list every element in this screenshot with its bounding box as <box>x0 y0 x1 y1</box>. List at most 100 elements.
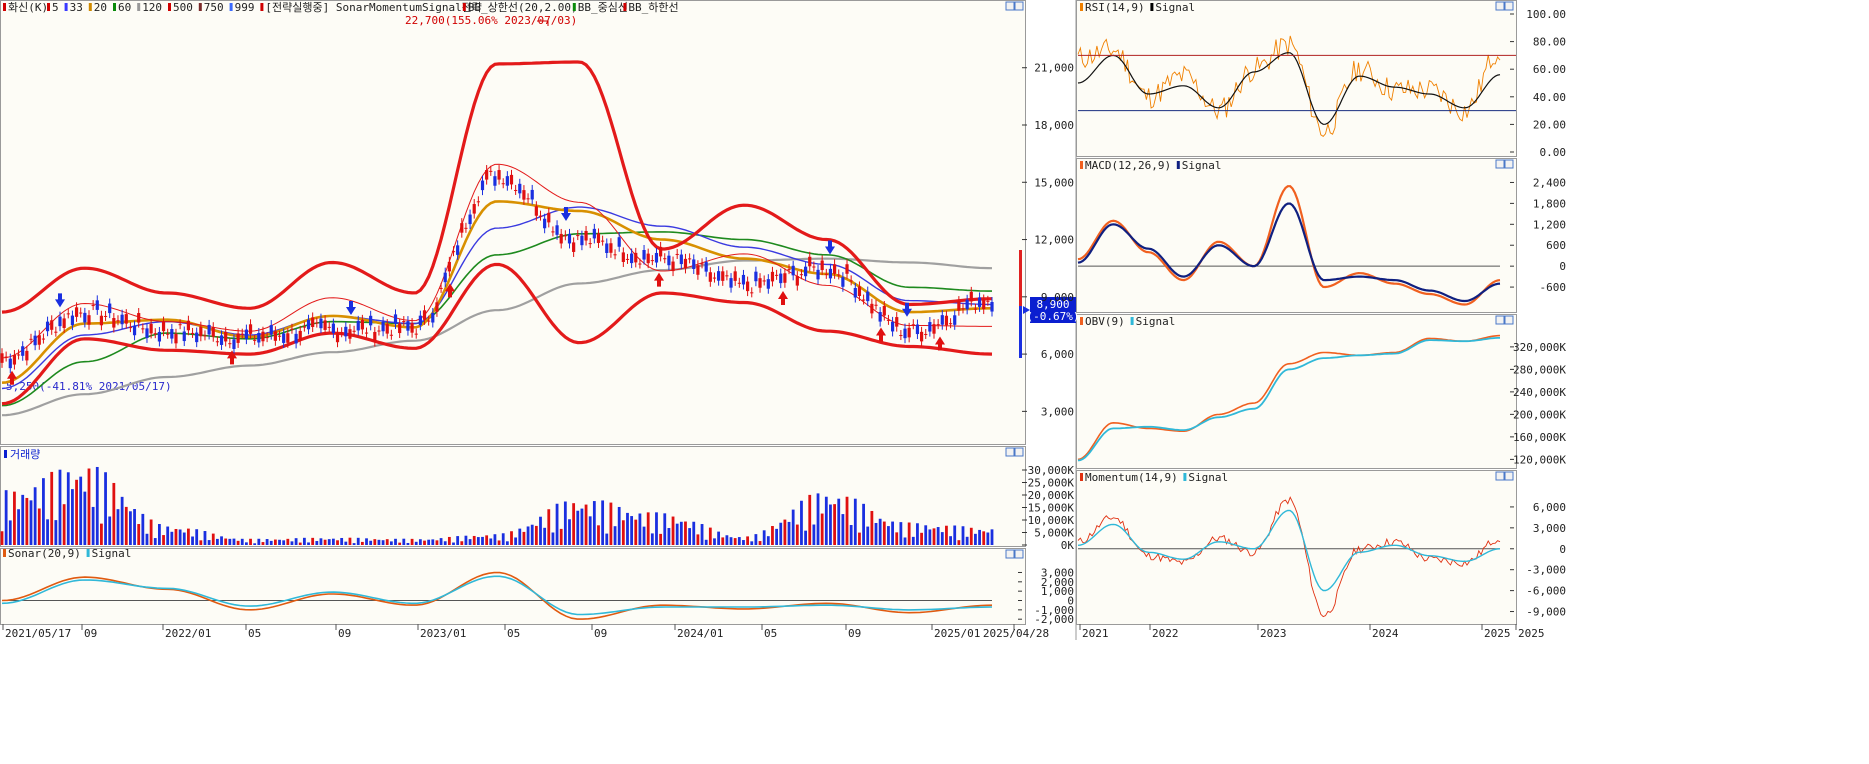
volume-bar <box>539 516 542 545</box>
macd-pane-max-button[interactable] <box>1495 159 1505 169</box>
candle-body <box>688 258 692 260</box>
x-tick-label: 05 <box>764 627 777 640</box>
volume-bar <box>791 509 795 545</box>
volume-bar <box>742 540 745 545</box>
volume-bar <box>916 523 919 545</box>
candle-body <box>348 329 352 339</box>
volume-bar <box>460 541 464 545</box>
volume-bar <box>435 540 439 545</box>
candle-body <box>54 331 58 333</box>
volume-bar <box>667 528 671 545</box>
candle-body <box>733 271 737 281</box>
candle-body <box>882 305 886 316</box>
right-x-tick-label: 2022 <box>1152 627 1179 640</box>
candle-body <box>460 223 464 233</box>
legend-swatch-5 <box>137 3 141 11</box>
candle-body <box>580 235 584 246</box>
volume-bar <box>464 535 468 545</box>
candle-body <box>857 286 862 297</box>
candle-body <box>907 327 911 338</box>
x-tick-label: 2025/01 <box>934 627 980 640</box>
volume-tick-label: 15,000K <box>1028 502 1075 515</box>
volume-bar <box>236 540 240 545</box>
candle-body <box>642 249 646 260</box>
momentum-pane-close-button[interactable] <box>1504 471 1514 481</box>
volume-bar <box>485 535 489 545</box>
momentum-pane-max-button[interactable] <box>1495 471 1505 481</box>
momentum-series <box>1077 496 1501 618</box>
volume-bar <box>228 538 232 545</box>
obv-pane-close-button[interactable] <box>1504 315 1514 325</box>
volume-bar <box>837 498 841 545</box>
candle-body <box>352 330 356 332</box>
legend-swatch-1 <box>1130 317 1134 325</box>
volume-tick-label: 10,000K <box>1028 514 1075 527</box>
price-pane-close-button[interactable] <box>1014 1 1024 11</box>
volume-bar <box>394 538 397 545</box>
volume-bar <box>617 506 621 545</box>
volume-bar <box>729 537 733 545</box>
obv-pane-max-button[interactable] <box>1495 315 1505 325</box>
candle-body <box>551 231 555 233</box>
candle-body <box>468 214 472 225</box>
candle-body <box>186 320 191 331</box>
volume-bar <box>220 536 223 545</box>
candle-body <box>890 321 895 332</box>
candle-body <box>514 189 518 191</box>
candle-body <box>369 315 373 326</box>
volume-bar <box>211 533 215 545</box>
volume-bar <box>331 538 335 545</box>
volume-bar <box>133 509 136 545</box>
price-range-bar-blue <box>1019 306 1022 358</box>
indicator-tick-label: 80.00 <box>1533 36 1566 49</box>
candle-body <box>364 332 369 334</box>
rsi-line <box>1077 35 1501 137</box>
legend-label-12: BB_하한선 <box>628 0 678 14</box>
candle-body <box>485 170 489 180</box>
momentum-legend: Momentum(14,9) Signal <box>1080 471 1228 484</box>
sonar-pane-close-button[interactable] <box>1014 549 1024 559</box>
candle-body <box>286 333 290 343</box>
volume-bar <box>704 539 708 545</box>
legend-label-1: Signal <box>1155 1 1195 14</box>
volume-bar <box>911 536 915 545</box>
volume-pane-close-button[interactable] <box>1014 447 1024 457</box>
sonar-line <box>1 571 993 620</box>
volume-bar <box>518 528 522 545</box>
candle-body <box>746 281 750 292</box>
candle-body <box>708 272 712 282</box>
candle-body <box>410 323 414 333</box>
volume-bar <box>866 526 870 545</box>
candle-body <box>398 323 402 334</box>
candle-body <box>257 332 261 343</box>
candle-body <box>717 271 721 281</box>
price-pane-max-button[interactable] <box>1005 1 1015 11</box>
candle-body <box>799 274 804 276</box>
volume-bar <box>25 497 29 545</box>
macd-pane-close-button[interactable] <box>1504 159 1514 169</box>
volume-pane-max-button[interactable] <box>1005 447 1015 457</box>
candle-body <box>576 235 580 237</box>
legend-swatch-9 <box>260 3 264 11</box>
rsi-pane-close-button[interactable] <box>1504 1 1514 11</box>
volume-bar <box>795 524 799 545</box>
volume-bar <box>468 539 472 545</box>
legend-swatch-0 <box>1080 473 1083 481</box>
rsi-pane-max-button[interactable] <box>1495 1 1505 11</box>
candle-body <box>323 320 327 330</box>
volume-bar <box>431 539 435 545</box>
volume-bar <box>389 541 393 545</box>
volume-bar <box>423 540 426 545</box>
volume-bar <box>373 539 377 545</box>
candle-body <box>302 326 306 328</box>
sonar-pane-max-button[interactable] <box>1005 549 1015 559</box>
x-tick-label: 09 <box>84 627 97 640</box>
indicator-tick-label: 0.00 <box>1540 146 1567 159</box>
volume-bar <box>398 542 402 545</box>
candle-body <box>422 310 427 320</box>
legend-label-8: 999 <box>235 1 255 14</box>
candle-body <box>12 355 17 365</box>
volume-bar <box>191 536 194 545</box>
legend-label-1: Signal <box>1182 159 1222 172</box>
candle-body <box>911 324 915 326</box>
